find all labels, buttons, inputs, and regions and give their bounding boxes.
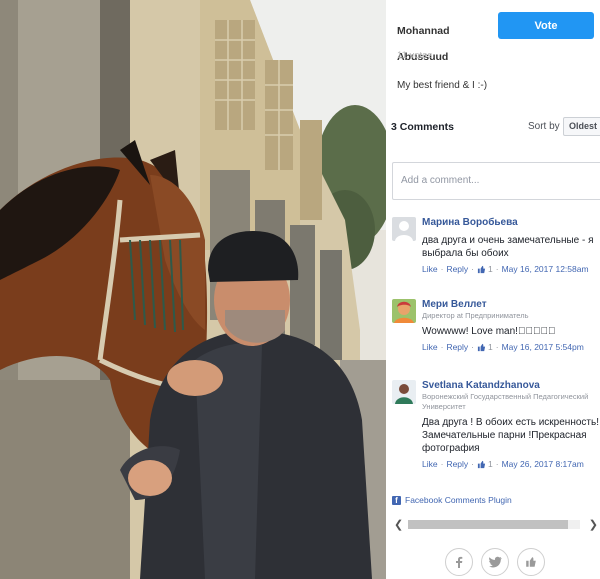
twitter-icon [488,556,502,568]
horse-and-man-photo [0,0,386,579]
photo [0,0,386,579]
comment-input[interactable]: Add a comment... [392,162,600,200]
avatar[interactable] [392,380,416,404]
vote-button[interactable]: Vote [498,12,594,39]
like-link[interactable]: Like [422,264,438,274]
scroll-right-icon[interactable]: ❯ [588,518,598,531]
comment-author-subtitle: Директор at Предприниматель [422,311,529,320]
sort-label: Sort by [528,121,560,132]
user-photo-icon [392,299,416,323]
thumbs-up-icon [477,460,486,468]
like-count: 1 [488,264,493,274]
comment-author-subtitle: Воронежский Государственный Педагогическ… [422,392,589,411]
avatar[interactable] [392,299,416,323]
share-twitter-button[interactable] [481,548,509,576]
post-author[interactable]: Mohannad Abussuud [397,18,487,70]
comment-author[interactable]: Мери Веллет [422,299,600,310]
comment-text: два друга и очень замечательные - я выбр… [422,235,594,259]
comment-text: Wowwww! Love man!􀀀􀀀􀀀􀀀􀀀 [422,326,556,337]
reply-link[interactable]: Reply [446,264,468,274]
comment-time[interactable]: May 16, 2017 5:54pm [502,342,584,352]
vote-count: 11 votes [397,50,433,61]
post-caption: My best friend & I :-) [397,80,488,91]
reply-link[interactable]: Reply [446,342,468,352]
like-link[interactable]: Like [422,459,438,469]
user-photo-icon [392,380,416,404]
plugin-label: Facebook Comments Plugin [405,495,512,505]
scroll-left-icon[interactable]: ❮ [394,518,404,531]
comment-author[interactable]: Марина Воробьева [422,217,600,228]
scrollbar-thumb[interactable] [408,520,568,529]
share-like-button[interactable] [517,548,545,576]
comment-text: Два друга ! В обоих есть искренность! За… [422,417,599,454]
facebook-comments-plugin-link[interactable]: f Facebook Comments Plugin [392,495,512,505]
comment-time[interactable]: May 26, 2017 8:17am [502,459,584,469]
reply-link[interactable]: Reply [446,459,468,469]
avatar[interactable] [392,217,416,241]
horizontal-scrollbar[interactable]: ❮ ❯ [394,516,598,532]
like-count: 1 [488,342,493,352]
thumbs-up-icon [477,265,486,273]
like-link[interactable]: Like [422,342,438,352]
facebook-icon [456,556,463,568]
share-buttons [445,548,545,576]
thumbs-up-icon [526,557,536,567]
like-count: 1 [488,459,493,469]
thumbs-up-icon [477,343,486,351]
comment-time[interactable]: May 16, 2017 12:58am [502,264,589,274]
facebook-icon: f [392,495,401,505]
comments-panel: Mohannad Abussuud 11 votes Vote My best … [386,0,600,579]
share-facebook-button[interactable] [445,548,473,576]
default-avatar-icon [392,217,416,241]
comment-author[interactable]: Svetlana Katandzhanova [422,380,600,391]
sort-select[interactable]: Oldest [563,117,600,136]
comment-count: 3 Comments [391,121,455,133]
